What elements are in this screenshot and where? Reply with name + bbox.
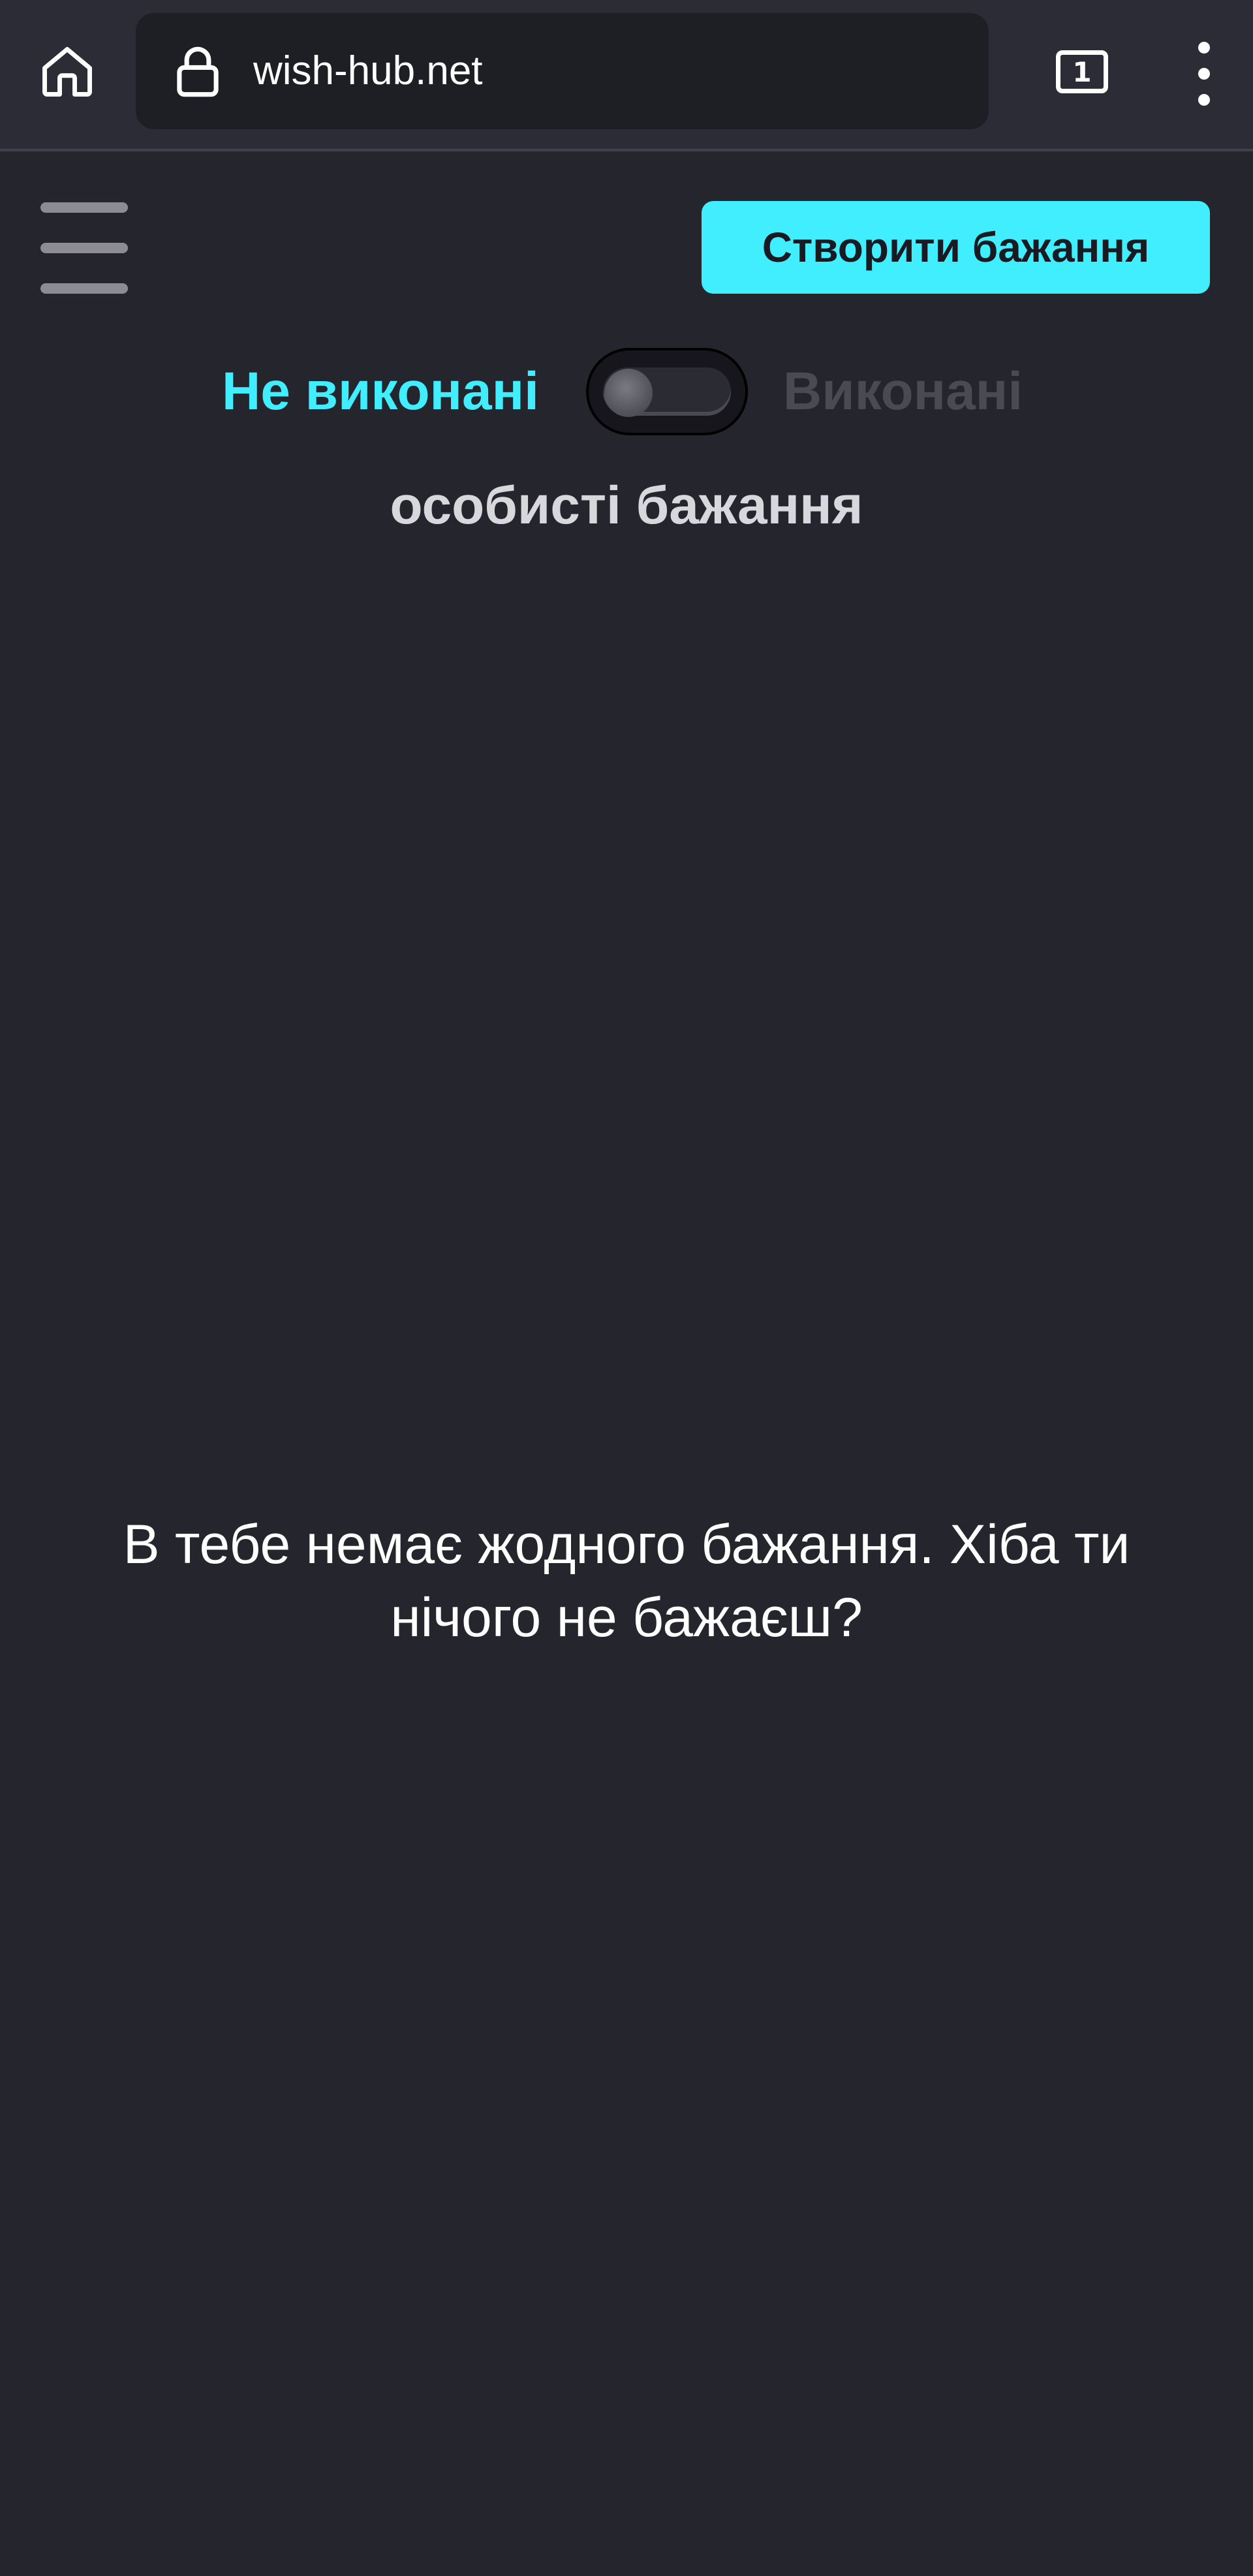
create-wish-button[interactable]: Створити бажання [702,201,1210,294]
tab-switcher-button[interactable]: 1 [1043,39,1121,104]
filter-label-not-done[interactable]: Не виконані [222,346,539,437]
tabs-icon: 1 [1056,50,1108,93]
hamburger-menu-icon[interactable] [40,202,132,294]
completion-toggle[interactable] [586,348,748,435]
lock-icon [177,46,219,97]
completion-filter: Не виконані Виконані [0,346,1253,437]
filter-label-done[interactable]: Виконані [783,346,1023,437]
home-button[interactable] [31,36,103,108]
more-vert-icon [1198,42,1210,54]
toggle-knob [604,369,653,417]
empty-state-message: В тебе немає жодного бажання. Хіба ти ні… [123,1513,1130,1648]
url-text[interactable]: wish-hub.net [253,13,483,129]
address-bar[interactable]: wish-hub.net [136,13,989,129]
browser-toolbar: wish-hub.net 1 [0,0,1253,151]
section-title: особисті бажання [390,476,863,535]
home-icon [42,47,92,97]
browser-menu-button[interactable] [1178,38,1230,110]
tab-count: 1 [1072,55,1092,88]
